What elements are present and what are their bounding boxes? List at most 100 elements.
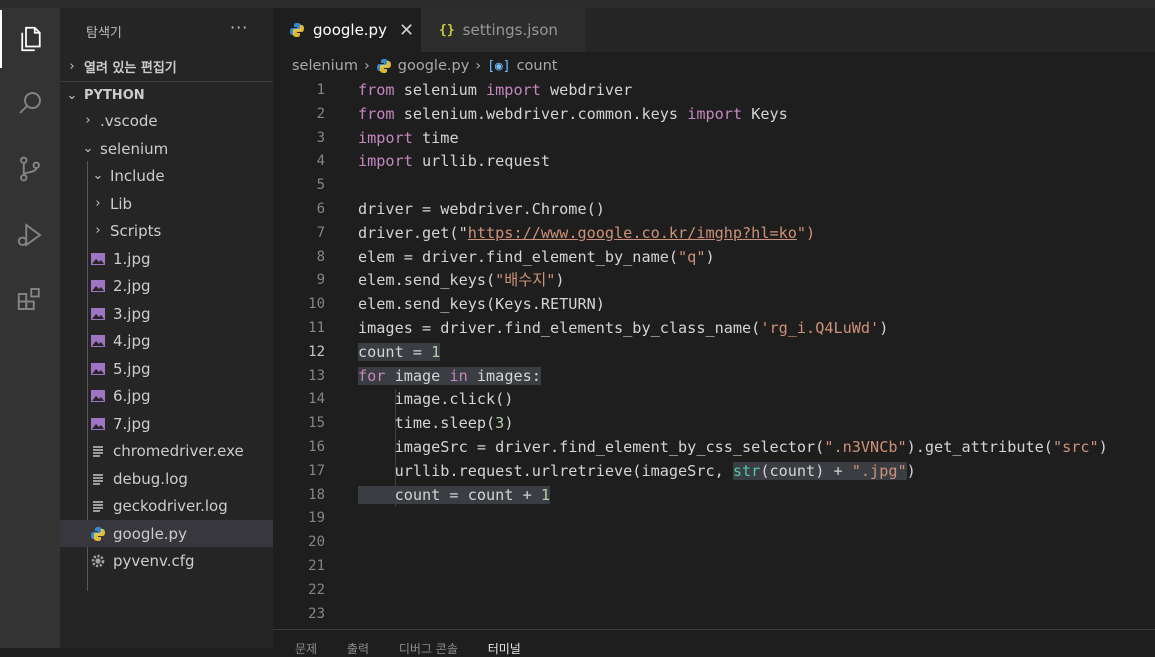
line-number: 23 xyxy=(308,605,325,622)
code-token: str xyxy=(732,461,761,480)
code-line: elem.send_keys("배수지") xyxy=(358,269,565,293)
code-line: import urllib.request xyxy=(358,150,550,174)
chevron-right-icon: › xyxy=(95,223,101,238)
tree-item-label: .vscode xyxy=(100,111,158,130)
tree-item-label: selenium xyxy=(100,139,169,158)
code-line: images = driver.find_elements_by_class_n… xyxy=(358,317,888,341)
code-token: "src" xyxy=(1052,438,1099,456)
chevron-right-icon: › xyxy=(69,58,75,74)
tree-item-scripts[interactable]: › Scripts xyxy=(60,217,273,244)
line-number: 3 xyxy=(316,129,325,146)
tree-item-lib[interactable]: › Lib xyxy=(60,190,273,217)
source-control-icon[interactable] xyxy=(0,140,60,198)
tab-settings-json[interactable]: {} settings.json xyxy=(421,8,585,52)
code-token: ) xyxy=(555,271,565,290)
chevron-right-icon: › xyxy=(475,58,482,74)
line-number: 9 xyxy=(316,272,325,289)
code-token: time xyxy=(412,128,459,147)
python-file-icon xyxy=(290,23,304,37)
tree-item-label: geckodriver.log xyxy=(113,496,228,515)
tab-output[interactable]: 출력 xyxy=(347,642,369,656)
run-debug-icon[interactable] xyxy=(0,206,60,264)
code-token: ) xyxy=(705,247,715,266)
code-line: imageSrc = driver.find_element_by_css_se… xyxy=(358,436,1108,460)
tree-item-google-py[interactable]: google.py xyxy=(60,520,273,547)
close-icon[interactable]: ✕ xyxy=(399,20,414,41)
explorer-icon[interactable] xyxy=(0,10,60,68)
chevron-right-icon: › xyxy=(95,196,101,211)
chevron-right-icon: › xyxy=(363,58,370,74)
more-actions-icon[interactable]: ··· xyxy=(230,18,248,37)
code-token: (count) + xyxy=(760,461,852,480)
tree-item-chromedriver[interactable]: chromedriver.exe xyxy=(60,437,273,464)
tab-terminal[interactable]: 터미널 xyxy=(488,642,521,656)
breadcrumb-selenium[interactable]: selenium xyxy=(292,58,358,74)
python-file-icon xyxy=(91,526,105,541)
breadcrumb-google-py[interactable]: google.py xyxy=(398,58,470,74)
tree-item-label: 3.jpg xyxy=(113,304,151,323)
tree-item-4-jpg[interactable]: 4.jpg xyxy=(60,327,273,354)
chevron-right-icon: › xyxy=(85,113,91,128)
tree-item-selenium[interactable]: ⌄ selenium xyxy=(60,135,273,162)
code-token: ) xyxy=(879,319,889,337)
breadcrumb: selenium › google.py › [◉] count xyxy=(292,55,558,77)
code-token: elem.send_keys( xyxy=(358,271,496,290)
line-number: 11 xyxy=(308,320,325,336)
tree-item-5-jpg[interactable]: 5.jpg xyxy=(60,355,273,382)
tab-problems[interactable]: 문제 xyxy=(295,642,317,656)
text-file-icon xyxy=(93,500,103,512)
tree-item-6-jpg[interactable]: 6.jpg xyxy=(60,382,273,409)
code-token: in xyxy=(449,366,468,385)
tree-item-label: 6.jpg xyxy=(113,386,151,405)
tree-item-1-jpg[interactable]: 1.jpg xyxy=(60,245,273,272)
image-file-icon xyxy=(91,334,105,347)
code-url-link[interactable]: https://www.google.co.kr/imghp?hl=ko xyxy=(468,224,797,242)
tree-item-pyvenv-cfg[interactable]: pyvenv.cfg xyxy=(60,547,273,574)
tree-item-3-jpg[interactable]: 3.jpg xyxy=(60,300,273,327)
code-token: images: xyxy=(467,366,541,385)
tree-item-label: 4.jpg xyxy=(113,331,151,350)
project-section[interactable]: ⌄ PYTHON xyxy=(60,81,273,108)
code-token: imageSrc = driver.find_element_by_css_se… xyxy=(358,438,825,456)
tree-item-label: chromedriver.exe xyxy=(113,441,244,460)
line-number: 1 xyxy=(316,82,325,98)
tree-item-label: Lib xyxy=(110,194,133,213)
tree-item-label: 5.jpg xyxy=(113,359,151,378)
code-token: count = xyxy=(358,342,432,361)
code-token: from xyxy=(358,104,395,123)
code-token: 1 xyxy=(540,485,551,504)
line-number-active: 12 xyxy=(308,343,325,360)
code-token: urllib.request xyxy=(412,152,551,171)
breadcrumb-count[interactable]: count xyxy=(517,58,558,74)
line-number: 10 xyxy=(308,296,325,313)
extensions-icon[interactable] xyxy=(0,270,60,328)
code-token: urllib.request.urlretrieve(imageSrc, xyxy=(358,461,733,480)
code-token: ) xyxy=(1098,438,1108,456)
tree-item-debug-log[interactable]: debug.log xyxy=(60,465,273,492)
code-token: Keys xyxy=(742,104,788,123)
code-token: ") xyxy=(796,223,816,242)
code-token: ) xyxy=(504,414,514,433)
code-token: webdriver xyxy=(540,81,633,99)
tab-google-py[interactable]: google.py ✕ xyxy=(273,8,421,52)
tree-item-2-jpg[interactable]: 2.jpg xyxy=(60,272,273,299)
code-token: ).get_attribute( xyxy=(906,438,1053,456)
tree-item-label: pyvenv.cfg xyxy=(113,551,195,570)
chevron-down-icon: ⌄ xyxy=(92,168,104,183)
code-token: images = driver.find_elements_by_class_n… xyxy=(358,319,761,337)
tree-item-7-jpg[interactable]: 7.jpg xyxy=(60,410,273,437)
code-editor[interactable]: 1 2 3 4 5 6 7 8 9 10 11 12 13 14 15 16 1… xyxy=(273,79,1155,629)
code-token: selenium.webdriver.common.keys xyxy=(394,104,688,123)
open-editors-section[interactable]: › 열려 있는 편집기 xyxy=(60,53,273,79)
code-token: ".n3VNCb" xyxy=(824,438,907,456)
tab-debug-console[interactable]: 디버그 콘솔 xyxy=(399,642,458,656)
code-token: elem.send_keys(Keys.RETURN) xyxy=(358,295,605,314)
tree-item-include[interactable]: ⌄ Include xyxy=(60,162,273,189)
search-icon[interactable] xyxy=(0,74,60,132)
tree-item-geckodriver-log[interactable]: geckodriver.log xyxy=(60,492,273,519)
line-number: 19 xyxy=(308,510,325,527)
code-token: driver = webdriver.Chrome() xyxy=(358,200,605,218)
code-line: from selenium.webdriver.common.keys impo… xyxy=(358,103,788,127)
line-number: 15 xyxy=(308,415,325,432)
tree-item-vscode[interactable]: › .vscode xyxy=(60,107,273,134)
